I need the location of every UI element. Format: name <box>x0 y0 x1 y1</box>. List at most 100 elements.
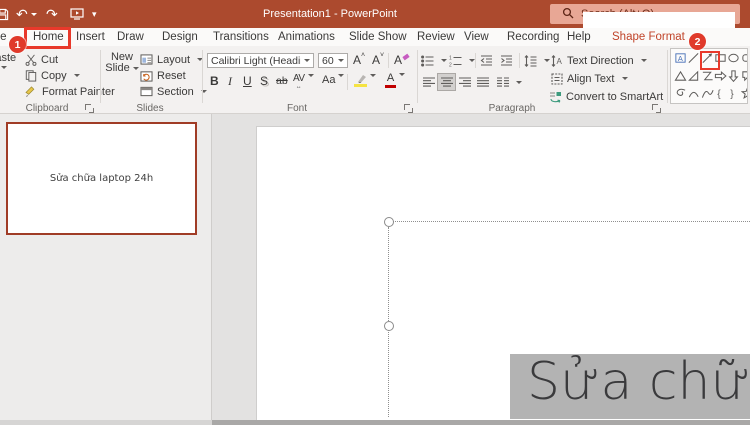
strikethrough-button[interactable]: ab <box>276 75 288 91</box>
justify-button[interactable] <box>474 74 491 90</box>
font-dialog-launcher-icon[interactable] <box>404 104 413 113</box>
decrease-indent-button[interactable] <box>480 53 493 68</box>
align-right-button[interactable] <box>456 74 473 90</box>
numbering-button[interactable]: 12 <box>449 53 475 68</box>
font-color-button[interactable]: A <box>385 73 405 89</box>
shape-callout-icon[interactable] <box>741 69 747 83</box>
title-bar: ↶ ↷ ▾ Presentation1 - PowerPoint Search … <box>0 0 750 28</box>
bottom-edge-right <box>212 420 750 425</box>
text-direction-button[interactable]: A Text Direction <box>551 53 647 68</box>
shape-arrow-down-icon[interactable] <box>727 69 740 83</box>
shape-rounded-rectangle-icon[interactable] <box>741 51 747 65</box>
tab-slide-show[interactable]: Slide Show <box>349 28 407 46</box>
shape-right-brace-icon[interactable]: } <box>727 86 740 100</box>
grow-font-button[interactable]: A ˄ <box>353 52 365 69</box>
bottom-edge-left <box>0 420 212 425</box>
change-case-button[interactable]: Aa <box>322 74 345 90</box>
tab-help[interactable]: Help <box>567 28 591 46</box>
paragraph-group-label: Paragraph <box>488 103 536 114</box>
format-painter-button[interactable]: Format Painter <box>25 84 115 99</box>
shape-line-icon[interactable] <box>687 51 700 65</box>
thumbnail-slide-title: Sửa chữa laptop 24h <box>49 173 154 184</box>
powerpoint-window: ↶ ↷ ▾ Presentation1 - PowerPoint Search … <box>0 0 750 425</box>
selected-text-overlay: Sửa chữa <box>510 354 750 419</box>
clipboard-group-label: Clipboard <box>25 103 69 114</box>
shape-right-triangle-icon[interactable] <box>687 69 700 83</box>
text-shadow-button[interactable]: S <box>260 74 268 90</box>
search-icon <box>562 7 574 22</box>
tab-recording[interactable]: Recording <box>507 28 559 46</box>
character-spacing-button[interactable]: AV ↔ <box>293 74 314 90</box>
window-title: Presentation1 - PowerPoint <box>263 8 397 20</box>
shape-oval-icon[interactable] <box>727 51 740 65</box>
convert-to-smartart-button[interactable]: Convert to SmartArt <box>549 89 677 104</box>
slide-thumbnail[interactable]: Sửa chữa laptop 24h <box>6 122 197 235</box>
shrink-font-button[interactable]: A ˅ <box>372 52 384 69</box>
textbox-handle-top-left[interactable] <box>384 217 394 227</box>
tab-review[interactable]: Review <box>417 28 455 46</box>
text-highlight-button[interactable] <box>354 74 376 90</box>
svg-text:{: { <box>717 89 721 100</box>
ribbon: Paste Cut Copy Format Painter Clipboard … <box>0 46 750 114</box>
align-text-button[interactable]: Align Text <box>551 71 628 86</box>
svg-text:2: 2 <box>449 62 452 67</box>
tab-insert[interactable]: Insert <box>76 28 105 46</box>
svg-text:1: 1 <box>449 55 452 61</box>
section-button[interactable]: Section <box>140 84 207 99</box>
bullets-button[interactable] <box>421 53 447 68</box>
tab-shape-format[interactable]: Shape Format <box>612 28 685 46</box>
svg-text:A: A <box>678 54 683 63</box>
shape-left-brace-icon[interactable]: { <box>714 86 727 100</box>
line-spacing-button[interactable] <box>524 53 550 68</box>
slides-group-label: Slides <box>136 103 164 114</box>
align-center-button[interactable] <box>437 73 456 91</box>
tab-file[interactable]: File <box>0 28 7 46</box>
columns-button[interactable] <box>497 75 522 90</box>
shape-freeform-z-icon[interactable] <box>701 69 714 83</box>
textbox-handle-middle-left[interactable] <box>384 321 394 331</box>
slide-thumbnail-panel[interactable]: Sửa chữa laptop 24h <box>0 114 212 420</box>
shape-triangle-icon[interactable] <box>674 69 687 83</box>
selected-text[interactable]: Sửa chữa <box>527 354 750 412</box>
cut-button[interactable]: Cut <box>25 52 58 67</box>
svg-text:}: } <box>730 89 734 100</box>
italic-button[interactable]: I <box>228 74 232 90</box>
shape-curve-icon[interactable] <box>701 86 714 100</box>
undo-button[interactable]: ↶ <box>16 0 37 28</box>
shape-text-box-icon[interactable]: A <box>674 51 687 65</box>
clipboard-dialog-launcher-icon[interactable] <box>85 104 94 113</box>
save-icon[interactable] <box>0 0 9 28</box>
font-group-label: Font <box>286 103 307 114</box>
tab-animations[interactable]: Animations <box>278 28 335 46</box>
reset-button[interactable]: Reset <box>140 68 186 83</box>
textbox-border-top[interactable] <box>393 221 750 222</box>
font-size-combo[interactable]: 60 <box>318 53 348 68</box>
layout-button[interactable]: Layout <box>140 52 204 67</box>
shape-arrow-right-icon[interactable] <box>714 69 727 83</box>
bold-button[interactable]: B <box>210 74 219 90</box>
paragraph-dialog-launcher-icon[interactable] <box>652 104 661 113</box>
shape-scribble-icon[interactable] <box>674 86 687 100</box>
annotation-badge-2: 2 <box>689 33 706 50</box>
tab-transitions[interactable]: Transitions <box>213 28 269 46</box>
copy-button[interactable]: Copy <box>25 68 80 83</box>
svg-text:A: A <box>557 57 563 66</box>
tab-design[interactable]: Design <box>162 28 198 46</box>
tab-draw[interactable]: Draw <box>117 28 144 46</box>
underline-button[interactable]: U <box>243 74 252 90</box>
annotation-box-home <box>24 27 71 49</box>
shape-arc-icon[interactable] <box>687 86 700 100</box>
overlay-patch <box>583 12 735 28</box>
align-left-button[interactable] <box>420 74 437 90</box>
increase-indent-button[interactable] <box>500 53 513 68</box>
ribbon-tabs: FileHomeInsertDrawDesignTransitionsAnima… <box>0 27 750 49</box>
redo-button[interactable]: ↷ <box>46 0 58 28</box>
annotation-badge-1: 1 <box>9 36 26 53</box>
font-name-combo[interactable]: Calibri Light (Headings) <box>207 53 314 68</box>
tab-view[interactable]: View <box>464 28 489 46</box>
start-slideshow-icon[interactable] <box>70 0 84 28</box>
new-slide-button[interactable]: New Slide <box>104 50 140 74</box>
customize-qat-icon[interactable]: ▾ <box>92 0 97 28</box>
clear-formatting-button[interactable]: A <box>394 53 410 69</box>
shape-star-icon[interactable] <box>740 86 747 100</box>
